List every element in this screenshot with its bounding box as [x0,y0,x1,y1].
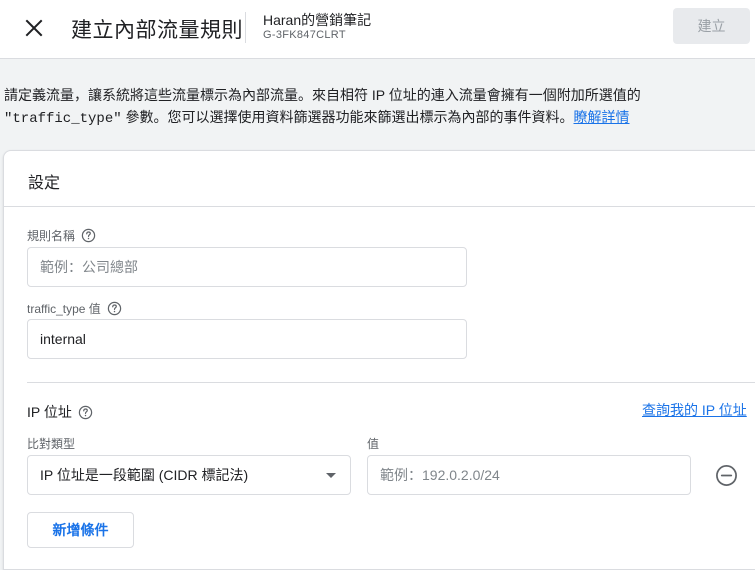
header-divider [245,12,246,43]
traffic-type-input[interactable] [27,319,467,359]
description-text-after: 參數。您可以選擇使用資料篩選器功能來篩選出標示為內部的事件資料。 [121,109,574,125]
property-id: G-3FK847CLRT [263,29,346,41]
rule-name-input[interactable] [27,247,467,287]
ip-section-title: IP 位址 [27,402,93,422]
traffic-type-label: traffic_type 值 [27,300,122,317]
learn-more-link[interactable]: 瞭解詳情 [574,109,630,125]
rule-name-label: 規則名稱 [27,227,96,244]
section-divider [27,382,755,383]
remove-circle-icon[interactable] [715,464,738,487]
match-type-label: 比對類型 [27,437,76,451]
description-text: 請定義流量，讓系統將這些流量標示為內部流量。來自相符 IP 位址的連入流量會擁有… [4,87,641,103]
close-button[interactable] [20,14,48,42]
top-app-bar: 建立內部流量規則 Haran的營銷筆記 G-3FK847CLRT 建立 [0,0,755,59]
match-type-select[interactable]: IP 位址是一段範圍 (CIDR 標記法) [27,455,351,495]
description-code: "traffic_type" [4,111,122,127]
page-description: 請定義流量，讓系統將這些流量標示為內部流量。來自相符 IP 位址的連入流量會擁有… [4,84,744,130]
page-title: 建立內部流量規則 [71,19,243,42]
help-icon[interactable] [107,301,122,316]
help-icon[interactable] [81,228,96,243]
value-label: 值 [367,437,380,451]
lookup-ip-link[interactable]: 查詢我的 IP 位址 [642,400,747,420]
ip-section-title-text: IP 位址 [27,404,72,420]
add-condition-button[interactable]: 新增條件 [27,512,134,548]
create-button[interactable]: 建立 [673,8,750,44]
settings-title: 設定 [28,175,61,192]
match-type-selected: IP 位址是一段範圍 (CIDR 標記法) [40,467,249,483]
card-divider [4,206,755,207]
dropdown-caret-icon [326,472,336,478]
property-name: Haran的營銷筆記 [263,12,372,28]
ip-value-input[interactable] [367,455,691,495]
help-icon[interactable] [78,405,93,420]
settings-card: 設定 規則名稱 traffic_type 值 IP 位址 查詢我的 IP 位址 … [3,150,755,570]
rule-name-label-text: 規則名稱 [27,229,76,243]
close-icon [25,19,43,37]
traffic-type-label-text: traffic_type 值 [27,302,101,316]
